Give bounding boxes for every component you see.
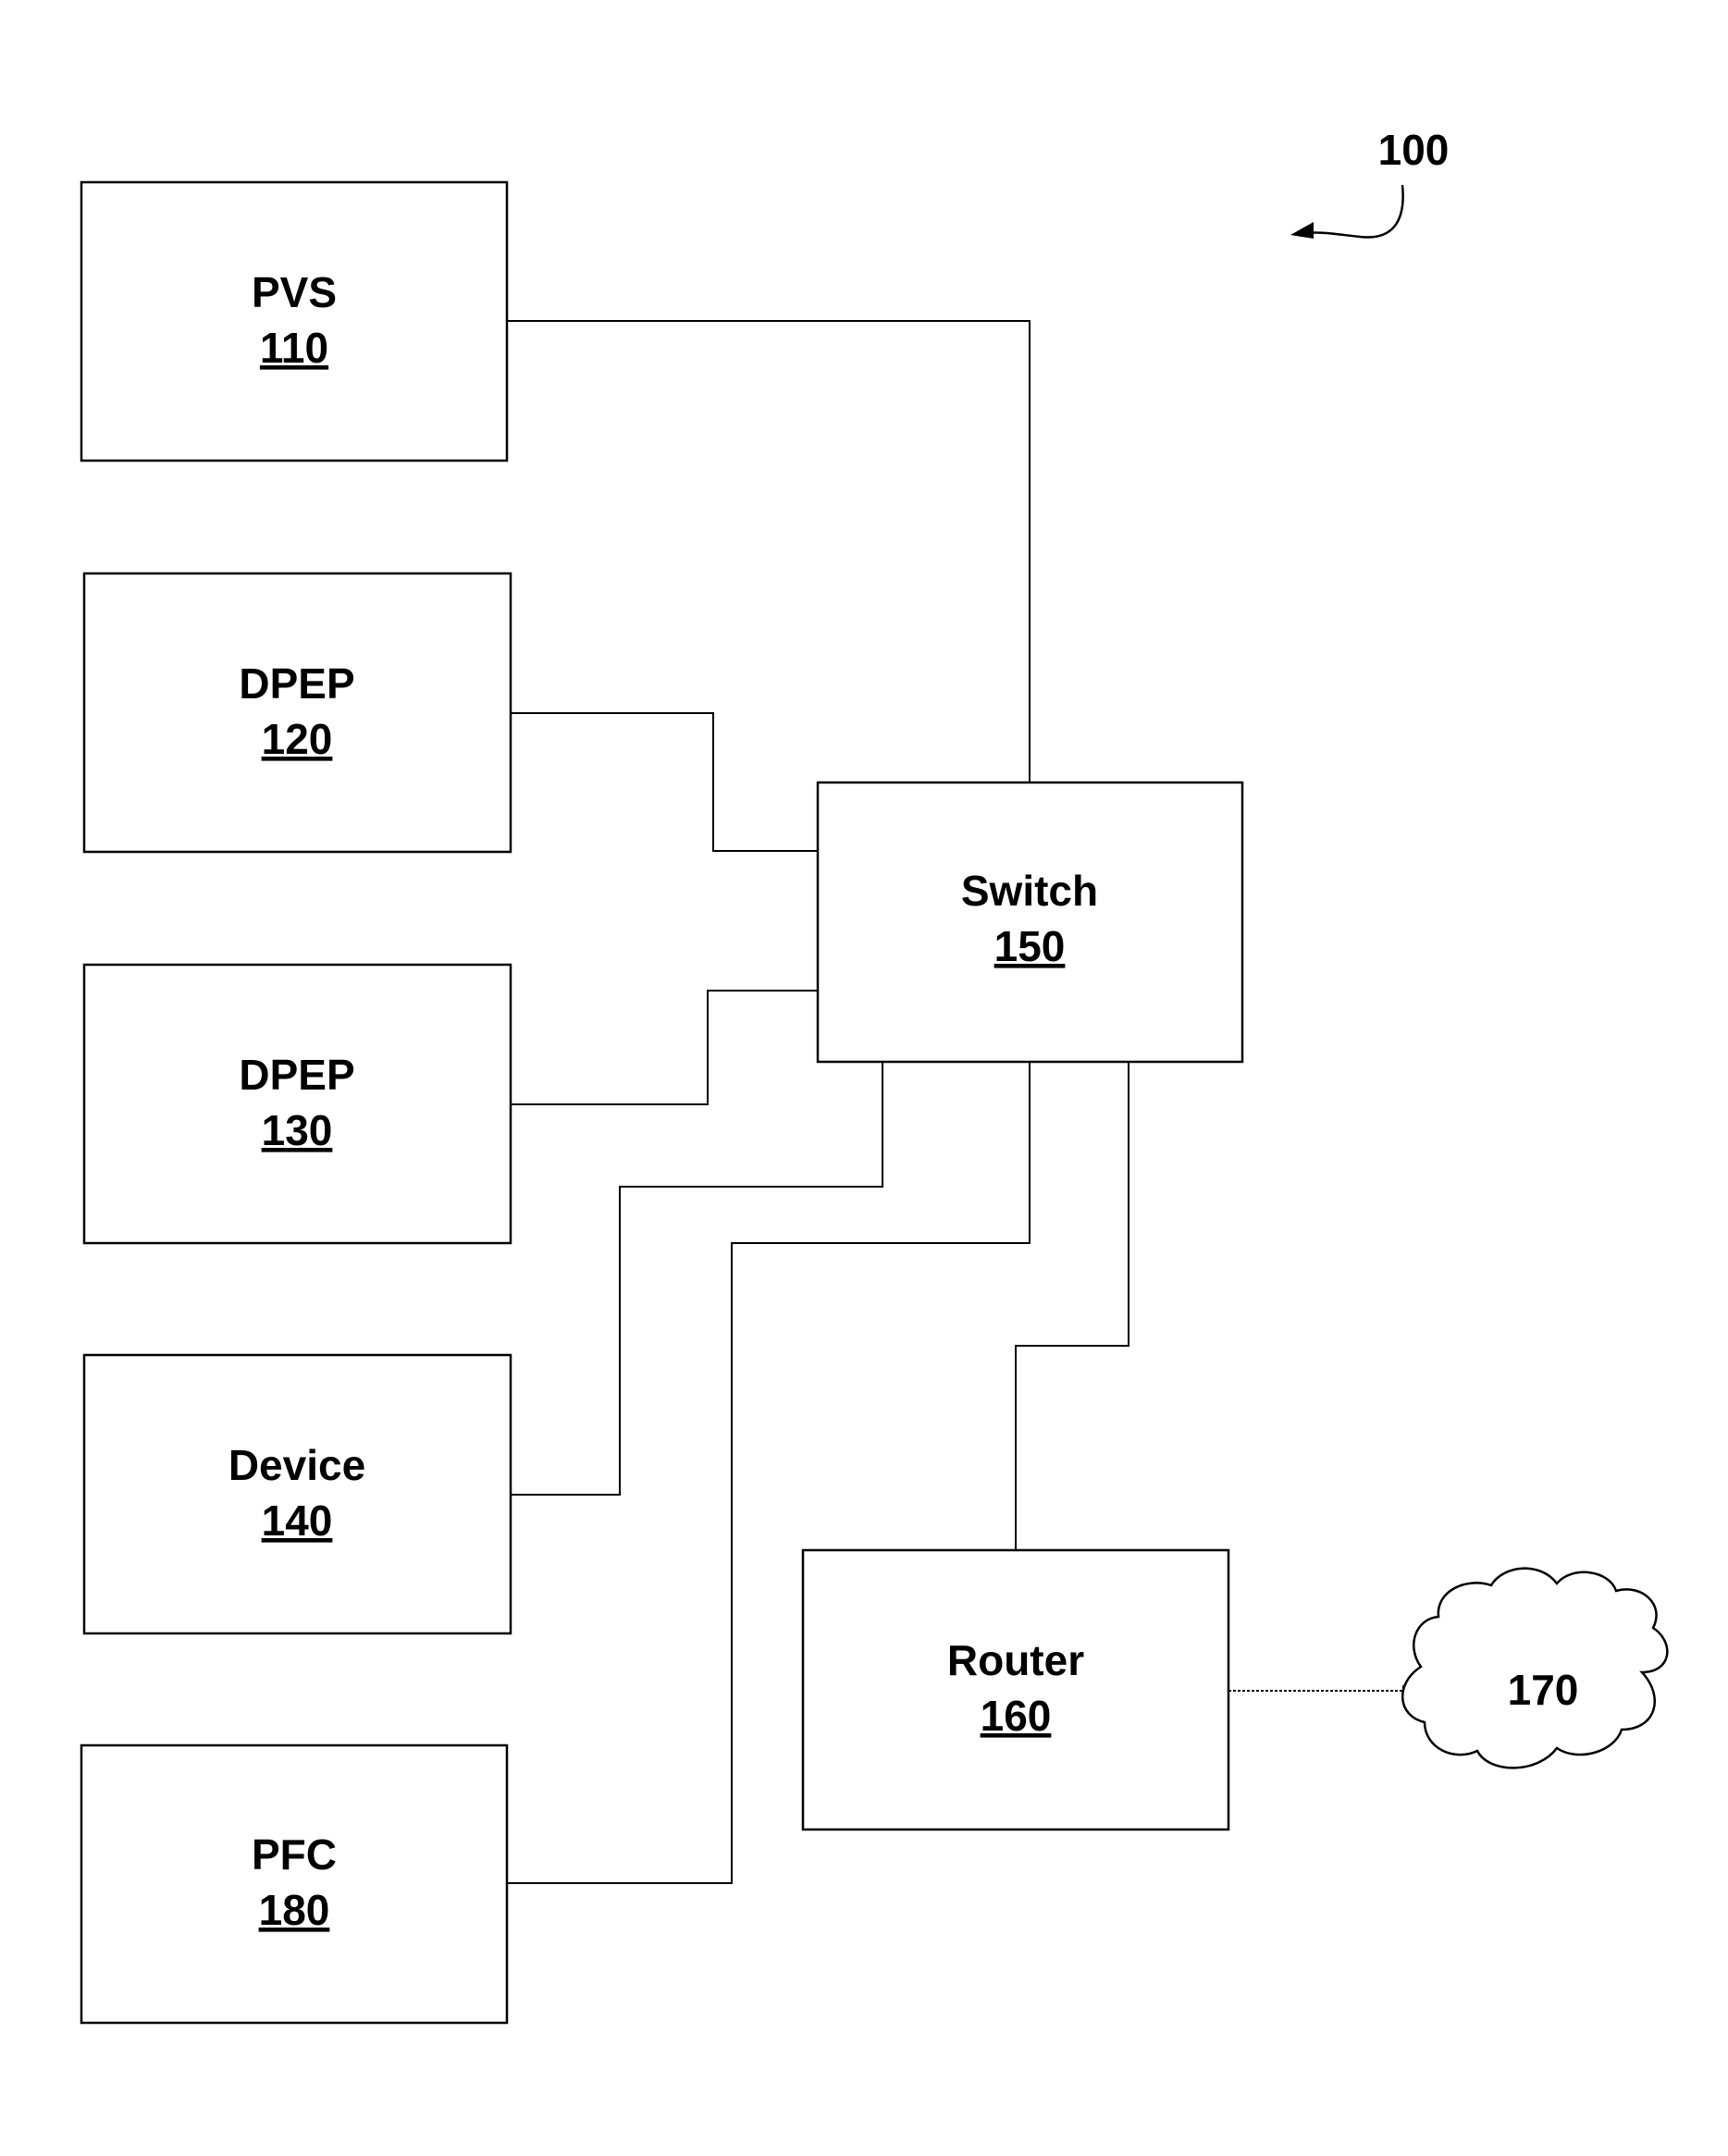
figure-reference-arrow bbox=[1302, 184, 1404, 239]
network-diagram: 100 PVS 110 DPEP 120 DPEP 130 Device 140 bbox=[80, 126, 1669, 2025]
figure-reference-number: 100 bbox=[1378, 126, 1450, 174]
node-switch-label: Switch bbox=[961, 867, 1098, 915]
node-router-number: 160 bbox=[981, 1692, 1052, 1740]
node-pfc-box bbox=[80, 1743, 509, 2025]
node-dpep-130-number: 130 bbox=[262, 1106, 333, 1154]
node-dpep-120-label: DPEP bbox=[239, 659, 354, 708]
node-device-number: 140 bbox=[262, 1497, 333, 1545]
node-network-cloud: 170 bbox=[1401, 1567, 1669, 1769]
figure-reference: 100 bbox=[1290, 126, 1449, 239]
node-router: Router 160 bbox=[801, 1548, 1230, 1831]
node-switch-number: 150 bbox=[994, 922, 1066, 970]
node-dpep-130: DPEP 130 bbox=[82, 963, 512, 1245]
node-network-number: 170 bbox=[1508, 1666, 1579, 1714]
wire-switch-router bbox=[1015, 1062, 1129, 1550]
node-pfc-number: 180 bbox=[259, 1886, 330, 1934]
node-pvs-box bbox=[80, 180, 509, 462]
node-device-label: Device bbox=[228, 1441, 365, 1489]
node-router-label: Router bbox=[947, 1636, 1084, 1684]
node-pvs-label: PVS bbox=[252, 268, 337, 316]
node-router-box bbox=[801, 1548, 1230, 1831]
node-device-box bbox=[82, 1353, 512, 1635]
node-dpep-120-number: 120 bbox=[262, 715, 333, 763]
node-dpep-130-box bbox=[82, 963, 512, 1245]
node-pfc: PFC 180 bbox=[80, 1743, 509, 2025]
wire-dpep120-switch bbox=[511, 712, 818, 852]
node-dpep-120-box bbox=[82, 572, 512, 854]
node-switch: Switch 150 bbox=[816, 781, 1244, 1064]
node-pvs: PVS 110 bbox=[80, 180, 509, 462]
node-pvs-number: 110 bbox=[260, 324, 328, 372]
wire-dpep130-switch bbox=[511, 990, 818, 1105]
figure-reference-arrowhead-icon bbox=[1290, 222, 1314, 239]
node-device: Device 140 bbox=[82, 1353, 512, 1635]
node-dpep-120: DPEP 120 bbox=[82, 572, 512, 854]
node-pfc-label: PFC bbox=[252, 1830, 337, 1879]
wire-device-switch bbox=[511, 1062, 883, 1496]
node-dpep-130-label: DPEP bbox=[239, 1051, 354, 1099]
